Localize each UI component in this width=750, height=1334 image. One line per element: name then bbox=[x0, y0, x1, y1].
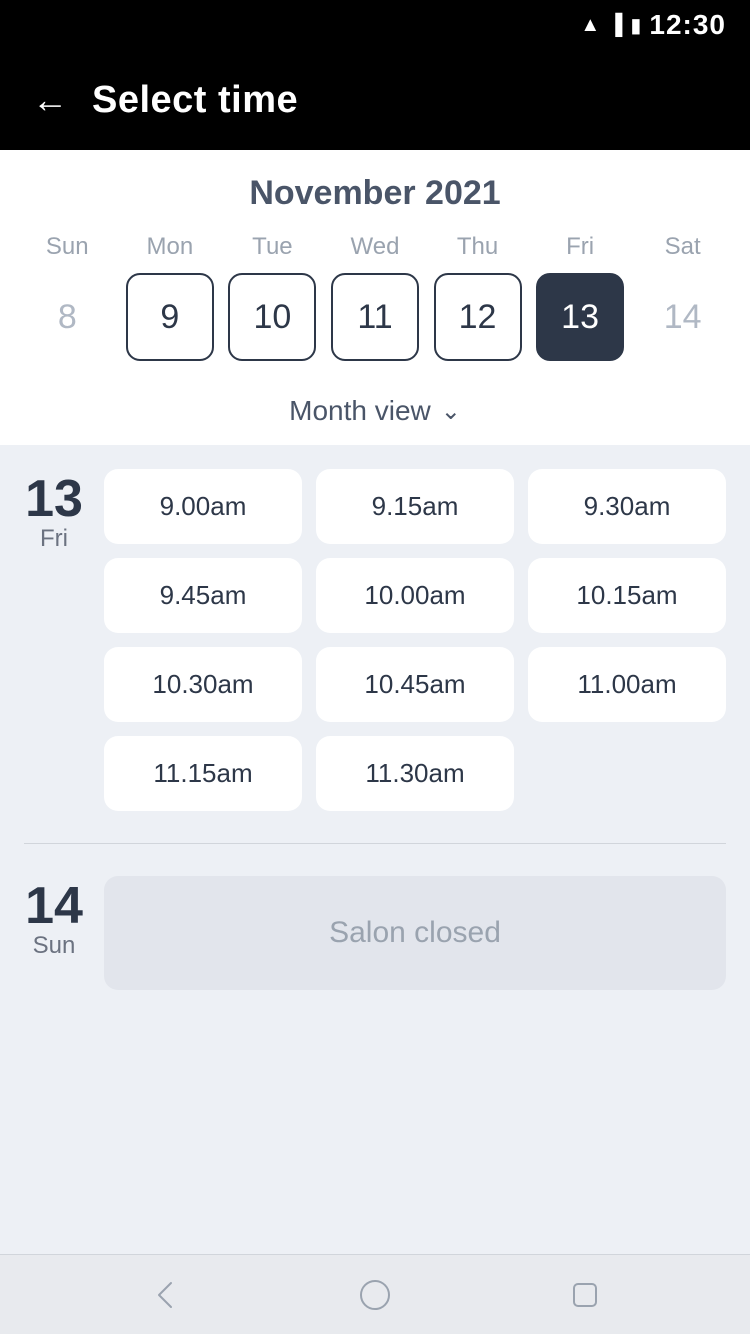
weekdays-row: Sun Mon Tue Wed Thu Fri Sat bbox=[16, 233, 734, 261]
day-name-14: Sun bbox=[33, 932, 76, 960]
calendar-section: November 2021 Sun Mon Tue Wed Thu Fri Sa… bbox=[0, 150, 750, 445]
date-cell-11: 11 bbox=[324, 273, 427, 361]
slots-grid-13: 9.00am 9.15am 9.30am 9.45am 10.00am 10.1… bbox=[104, 469, 726, 811]
page-title: Select time bbox=[92, 79, 298, 122]
day-number-14: 14 bbox=[25, 880, 83, 932]
date-cell-13: 13 bbox=[529, 273, 632, 361]
date-10[interactable]: 10 bbox=[228, 273, 316, 361]
slot-1030am[interactable]: 10.30am bbox=[104, 647, 302, 722]
date-14[interactable]: 14 bbox=[639, 273, 727, 361]
slot-1100am[interactable]: 11.00am bbox=[528, 647, 726, 722]
weekday-sun: Sun bbox=[16, 233, 119, 261]
slot-900am[interactable]: 9.00am bbox=[104, 469, 302, 544]
slot-1130am[interactable]: 11.30am bbox=[316, 736, 514, 811]
weekday-mon: Mon bbox=[119, 233, 222, 261]
signal-icon: ▐ bbox=[608, 14, 622, 37]
salon-closed-label: Salon closed bbox=[329, 916, 501, 950]
date-8[interactable]: 8 bbox=[23, 273, 111, 361]
slot-1000am[interactable]: 10.00am bbox=[316, 558, 514, 633]
day-block-13: 13 Fri 9.00am 9.15am 9.30am 9.45am 10.00… bbox=[24, 469, 726, 811]
time-slots-section: 13 Fri 9.00am 9.15am 9.30am 9.45am 10.00… bbox=[0, 445, 750, 1254]
date-cell-10: 10 bbox=[221, 273, 324, 361]
date-9[interactable]: 9 bbox=[126, 273, 214, 361]
day-label-14: 14 Sun bbox=[24, 876, 84, 990]
battery-icon: ▮ bbox=[630, 13, 641, 38]
slot-1115am[interactable]: 11.15am bbox=[104, 736, 302, 811]
weekday-sat: Sat bbox=[631, 233, 734, 261]
nav-home-button[interactable] bbox=[355, 1275, 395, 1315]
day-label-13: 13 Fri bbox=[24, 469, 84, 811]
dates-row: 8 9 10 11 12 13 14 bbox=[16, 273, 734, 361]
slot-945am[interactable]: 9.45am bbox=[104, 558, 302, 633]
month-label: November 2021 bbox=[16, 174, 734, 213]
date-13[interactable]: 13 bbox=[536, 273, 624, 361]
slot-1015am[interactable]: 10.15am bbox=[528, 558, 726, 633]
date-11[interactable]: 11 bbox=[331, 273, 419, 361]
chevron-down-icon: ⌄ bbox=[441, 397, 461, 426]
recents-nav-icon bbox=[565, 1275, 605, 1315]
weekday-fri: Fri bbox=[529, 233, 632, 261]
status-bar: ▲ ▐ ▮ 12:30 bbox=[0, 0, 750, 50]
salon-closed-panel: Salon closed bbox=[104, 876, 726, 990]
slot-930am[interactable]: 9.30am bbox=[528, 469, 726, 544]
date-cell-9: 9 bbox=[119, 273, 222, 361]
month-view-toggle[interactable]: Month view ⌄ bbox=[16, 381, 734, 445]
date-cell-8: 8 bbox=[16, 273, 119, 361]
day-number-13: 13 bbox=[25, 473, 83, 525]
bottom-nav bbox=[0, 1254, 750, 1334]
back-nav-icon bbox=[145, 1275, 185, 1315]
day-block-14: 14 Sun Salon closed bbox=[24, 876, 726, 990]
header: ← Select time bbox=[0, 50, 750, 150]
section-divider bbox=[24, 843, 726, 844]
date-cell-14: 14 bbox=[631, 273, 734, 361]
date-12[interactable]: 12 bbox=[434, 273, 522, 361]
back-button[interactable]: ← bbox=[32, 82, 68, 118]
wifi-icon: ▲ bbox=[580, 14, 600, 37]
weekday-wed: Wed bbox=[324, 233, 427, 261]
home-nav-icon bbox=[355, 1275, 395, 1315]
weekday-tue: Tue bbox=[221, 233, 324, 261]
nav-recents-button[interactable] bbox=[565, 1275, 605, 1315]
day-name-13: Fri bbox=[40, 525, 68, 553]
status-time: 12:30 bbox=[649, 9, 726, 41]
weekday-thu: Thu bbox=[426, 233, 529, 261]
slot-1045am[interactable]: 10.45am bbox=[316, 647, 514, 722]
status-icons: ▲ ▐ ▮ 12:30 bbox=[580, 9, 726, 41]
nav-back-button[interactable] bbox=[145, 1275, 185, 1315]
slot-915am[interactable]: 9.15am bbox=[316, 469, 514, 544]
date-cell-12: 12 bbox=[426, 273, 529, 361]
month-view-label: Month view bbox=[289, 395, 431, 427]
